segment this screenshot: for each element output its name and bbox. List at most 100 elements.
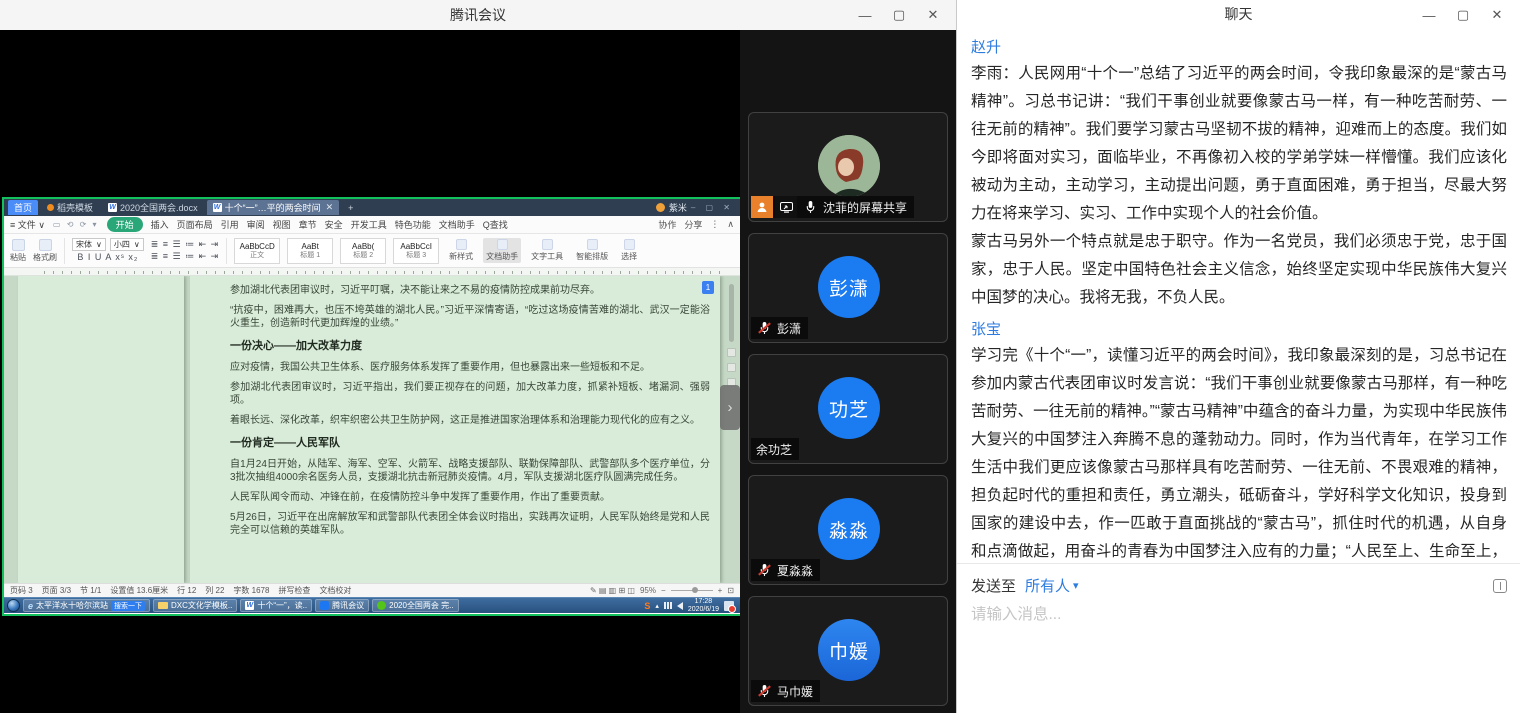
mic-muted-icon [756,320,772,336]
speaker-icon [677,602,683,610]
status-right-controls: ✎ ▤ ▥ ⊞ ◫ 95% − + ⊡ [590,586,734,595]
wps-window-controls: – ▢ ✕ [691,203,734,212]
zoom-in-icon: + [718,586,723,595]
participant-tile-screenshare[interactable]: 沈菲的屏幕共享 [748,112,948,222]
ribbon-divider [64,238,65,264]
doc-paragraph: 人民军队闻令而动、冲锋在前，在疫情防控斗争中发挥了重要作用，作出了重要贡献。 [230,491,710,504]
maximize-icon[interactable]: ▢ [1446,0,1480,30]
taskbar-item-folder: DXC文化学模板.. [153,599,237,612]
participant-tile[interactable]: 巾媛 马巾媛 [748,596,948,706]
wps-menubar: ≡ 文件 ∨ ▭ ⟲ ⟳ ▾ 开始 插入 页面布局 引用 审阅 视图 章节 安全… [4,216,740,234]
doc-assistant-icon [497,239,508,250]
text-tool: 文字工具 [528,238,566,263]
avatar: 功芝 [818,377,880,439]
meeting-title: 腾讯会议 [450,5,506,25]
start-button [7,599,20,612]
ie-icon: e [28,601,33,611]
wps-collab: 协作 [658,218,676,231]
zoom-slider [671,590,713,591]
doc-heading: 一份肯定——人民军队 [230,436,710,450]
send-to-label: 发送至 [971,575,1016,596]
doc-paragraph: “抗疫中，困难再大，也压不垮英雄的湖北人民。”习近平深情寄语，“吃过这场疫情苦难… [230,304,710,330]
send-to-row: 发送至 所有人 ▾ [957,564,1520,596]
status-column: 列 22 [205,585,224,596]
maximize-icon[interactable]: ▢ [882,0,916,30]
meeting-body: 首页 稻壳模板 W 2020全国两会.docx W 十个“一”…平的两会时间 [0,30,956,713]
wps-tab-home: 首页 [8,200,38,215]
tray-clock: 17:28 2020/6/19 [688,598,719,614]
green-app-icon [377,601,386,610]
sogou-icon: S [644,601,650,611]
style-chip-h1: AaBt 标题 1 [287,238,333,264]
chat-titlebar[interactable]: 聊天 — ▢ ✕ [957,0,1520,28]
collapse-panel-handle[interactable]: › [720,385,740,430]
wps-ribbon: 粘贴 格式刷 宋体∨ [4,234,740,268]
style-chip-body: AaBbCcD 正文 [234,238,280,264]
minimize-icon[interactable]: — [1412,0,1446,30]
close-icon[interactable]: ✕ [1480,0,1514,30]
status-page-num: 页码 3 [10,585,33,596]
doc-paragraph: 5月26日，习近平在出席解放军和武警部队代表团全体会议时指出，实践再次证明，人民… [230,511,710,537]
message-text: 学习完《十个“一”，读懂习近平的两会时间》，我印象最深刻的是，习总书记在参加内蒙… [971,342,1507,563]
wps-tab-doc2-active: W 十个“一”…平的两会时间 ✕ [207,200,340,215]
zoom-out-icon: − [661,586,666,595]
wps-user: 紫米 – ▢ ✕ [656,201,740,214]
wps-share: 分享 [684,218,702,231]
participant-tile[interactable]: 功芝 余功芝 [748,354,948,464]
minimize-icon[interactable]: — [848,0,882,30]
wps-tabbar: 首页 稻壳模板 W 2020全国两会.docx W 十个“一”…平的两会时间 [4,199,740,216]
style-chip-h2: AaBb( 标题 2 [340,238,386,264]
close-icon[interactable]: ✕ [916,0,950,30]
chat-message-list[interactable]: 赵升 李雨：人民网用“十个一”总结了习近平的两会时间，令我印象最深的是“蒙古马精… [957,28,1520,563]
taskbar-item-wps: W 十个“一”，读.. [240,599,312,612]
fit-page-icon: ⊡ [727,586,734,595]
participant-tile[interactable]: 淼淼 夏淼淼 [748,475,948,585]
taskbar-item-meeting: 腾讯会议 [315,599,369,612]
meeting-titlebar[interactable]: 腾讯会议 — ▢ ✕ [0,0,956,30]
more-icon: ⋮ [710,219,719,230]
wps-menu-start: 开始 [107,217,143,232]
status-line: 行 12 [177,585,196,596]
wps-quick-icons: ▭ ⟲ ⟳ ▾ [53,220,99,229]
caret-down-icon: ▾ [1073,579,1079,592]
avatar [818,135,880,197]
wps-statusbar: 页码 3 页面 3/3 节 1/1 设置值 13.6厘米 行 12 列 22 字… [4,583,740,597]
meeting-window-controls: — ▢ ✕ [848,0,950,30]
participant-name: 夏淼淼 [777,562,813,579]
send-to-dropdown[interactable]: 所有人 ▾ [1025,575,1079,596]
shared-screen-frame: 首页 稻壳模板 W 2020全国两会.docx W 十个“一”…平的两会时间 [2,197,742,616]
action-center-icon [724,601,734,611]
font-name-select: 宋体∨ [72,238,106,251]
wps-doc-icon: W [213,203,222,212]
chat-input-row [957,596,1520,624]
ribbon-divider [226,238,227,264]
participant-name: 彭潇 [777,320,801,337]
format-painter-button: 格式刷 [33,239,57,263]
message-sender: 张宝 [971,318,1507,339]
wps-menu-assistant: 文档助手 [439,218,475,231]
smart-format-icon [587,239,598,250]
wps-doc-icon: W [245,601,254,610]
new-style-icon [456,239,467,250]
participant-label: 马巾媛 [751,680,820,702]
message-text: 李雨：人民网用“十个一”总结了习近平的两会时间，令我印象最深的是“蒙古马精神”。… [971,60,1507,312]
doc-scrollbar [729,284,734,342]
wps-tab-new: + [342,202,359,214]
participant-label: 夏淼淼 [751,559,820,581]
chevron-right-icon: › [728,399,733,416]
host-badge [751,196,773,218]
doc-heading: 一份决心——加大改革力度 [230,339,710,353]
popout-chat-icon[interactable] [1493,579,1507,593]
chat-window-controls: — ▢ ✕ [1412,0,1514,30]
list-icons: ≣ ≡ ☰ ≔ ⇤ ⇥ [151,251,219,262]
document-page-3: 1 参加湖北代表团审议时，习近平叮嘱，决不能让来之不易的疫情防控成果前功尽弃。 … [190,276,720,583]
participant-tile[interactable]: 彭潇 彭潇 [748,233,948,343]
align-icons: ≣ ≡ ☰ ≔ ⇤ ⇥ [151,239,219,250]
chat-footer: 发送至 所有人 ▾ [957,563,1520,713]
message-sender: 赵升 [971,36,1507,57]
chat-message-input[interactable] [971,606,1507,624]
participant-name: 沈菲的屏幕共享 [823,199,907,216]
view-mode-icons: ✎ ▤ ▥ ⊞ ◫ [590,586,635,595]
font-size-select: 小四∨ [110,238,144,251]
wps-tab-doc1: W 2020全国两会.docx [102,200,204,215]
